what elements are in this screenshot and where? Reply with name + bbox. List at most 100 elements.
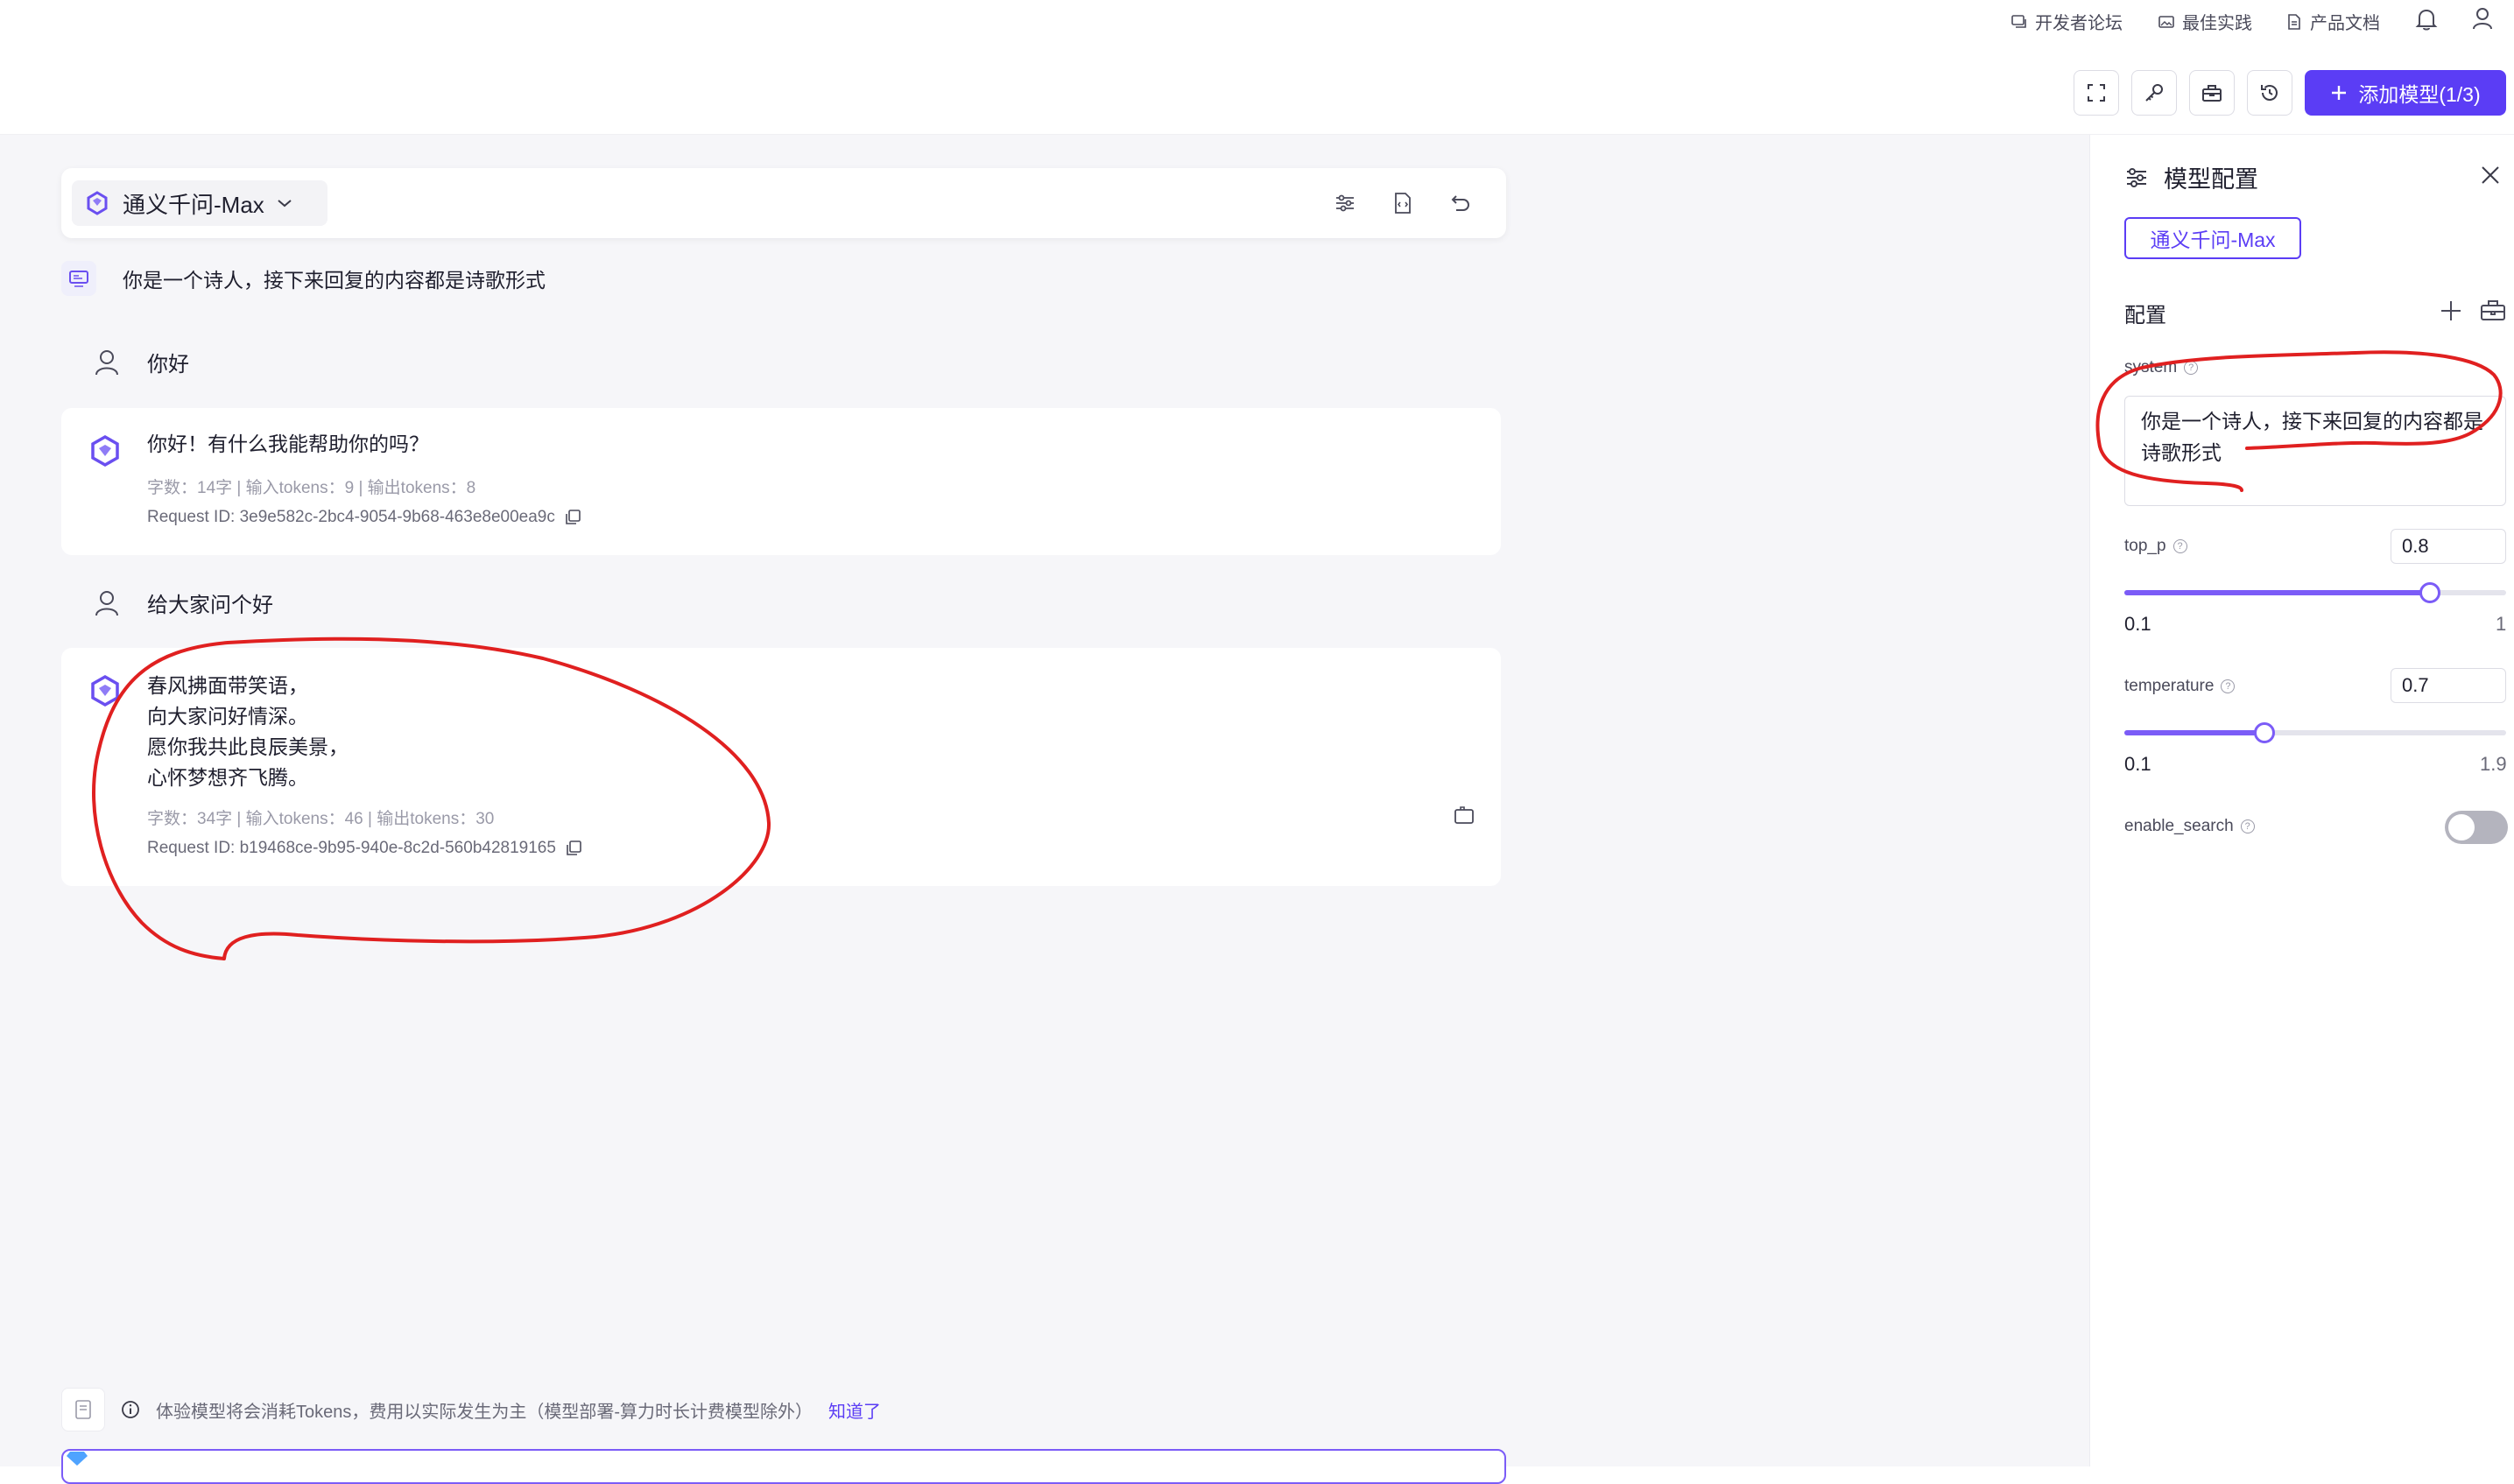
toolbox-icon[interactable] (2480, 298, 2506, 322)
temperature-slider[interactable] (2124, 722, 2506, 743)
undo-icon[interactable] (1448, 191, 1473, 215)
nav-link-label: 产品文档 (2310, 14, 2380, 33)
assistant-message-text: 春风拂面带笑语， 向大家问好情深。 愿你我共此良辰美景， 心怀梦想齐飞腾。 (147, 671, 349, 793)
assistant-avatar-icon (91, 434, 119, 468)
settings-sliders-icon[interactable] (1333, 191, 1357, 215)
help-icon[interactable]: ? (2184, 361, 2199, 375)
panel-header: 模型配置 (2123, 160, 2258, 194)
gem-icon (67, 1452, 88, 1466)
temperature-input[interactable]: 0.7 (2391, 668, 2506, 703)
close-icon[interactable] (2480, 165, 2501, 186)
top-p-input[interactable]: 0.8 (2391, 529, 2506, 564)
toolbox-icon (2202, 85, 2222, 102)
help-icon[interactable]: ? (2221, 679, 2236, 693)
assistant-message: 你好！有什么我能帮助你的吗？ 字数：14字 | 输入tokens：9 | 输出t… (61, 408, 1501, 555)
enable-search-label: enable_search ? (2124, 817, 2255, 836)
top-p-max: 1 (2496, 613, 2507, 635)
notice-dismiss-link[interactable]: 知道了 (828, 1397, 881, 1423)
toolbox-button[interactable] (2189, 70, 2235, 116)
enable-search-label-text: enable_search (2124, 817, 2234, 835)
doc-icon (75, 1400, 91, 1419)
bell-icon (2415, 9, 2438, 31)
chat-input[interactable] (61, 1449, 1506, 1484)
model-config-panel (2089, 135, 2514, 1466)
temperature-slider-fill (2124, 730, 2265, 735)
system-prompt-icon (61, 261, 96, 296)
temperature-min: 0.1 (2124, 753, 2151, 775)
assistant-message-text: 你好！有什么我能帮助你的吗？ (147, 429, 429, 460)
enable-search-toggle[interactable] (2445, 811, 2508, 844)
assistant-message: 春风拂面带笑语， 向大家问好情深。 愿你我共此良辰美景， 心怀梦想齐飞腾。 字数… (61, 648, 1501, 886)
temperature-label-text: temperature (2124, 677, 2215, 695)
notifications-button[interactable] (2415, 7, 2438, 32)
history-button[interactable] (2247, 70, 2292, 116)
add-model-button[interactable]: 添加模型(1/3) (2305, 70, 2506, 116)
temperature-max: 1.9 (2480, 753, 2507, 775)
request-id-text: Request ID: 3e9e582c-2bc4-9054-9b68-463e… (147, 508, 555, 526)
doc-icon (2288, 13, 2300, 30)
add-model-label: 添加模型(1/3) (2358, 83, 2481, 106)
model-chip[interactable]: 通义千问-Max (2124, 217, 2301, 259)
request-id-text: Request ID: b19468ce-9b95-940e-8c2d-560b… (147, 839, 556, 857)
user-avatar-icon (95, 590, 118, 615)
user-message: 给大家问个好 (93, 587, 273, 618)
top-p-min: 0.1 (2124, 613, 2151, 635)
message-meta: 字数：14字 | 输入tokens：9 | 输出tokens：8 (147, 479, 476, 497)
user-message-text: 给大家问个好 (147, 594, 273, 617)
top-p-slider-fill (2124, 590, 2430, 595)
plus-icon[interactable] (2440, 299, 2462, 322)
forum-icon (2011, 14, 2026, 28)
model-name: 通义千问-Max (123, 191, 264, 218)
copy-message-icon[interactable] (1454, 805, 1475, 825)
message-line: 你好！有什么我能帮助你的吗？ (147, 433, 429, 455)
settings-sliders-icon (2127, 167, 2146, 187)
notice-text: 体验模型将会消耗Tokens，费用以实际发生为主（模型部署-算力时长计费模型除外… (156, 1402, 813, 1422)
temperature-label: temperature ? (2124, 677, 2236, 696)
user-menu-button[interactable] (2471, 6, 2494, 31)
image-icon (2158, 15, 2174, 28)
panel-title: 模型配置 (2164, 166, 2258, 193)
chevron-down-icon (278, 200, 292, 207)
copy-icon[interactable] (564, 509, 581, 526)
system-label: system ? (2124, 358, 2199, 377)
history-icon (2261, 85, 2278, 101)
poem-line: 向大家问好情深。 (147, 705, 308, 728)
key-icon (2145, 84, 2163, 102)
request-id: Request ID: 3e9e582c-2bc4-9054-9b68-463e… (147, 508, 581, 527)
help-icon[interactable]: ? (2240, 819, 2255, 833)
nav-link-docs[interactable]: 产品文档 (2285, 9, 2380, 34)
fullscreen-icon (2088, 84, 2105, 102)
system-prompt-text: 你是一个诗人，接下来回复的内容都是诗歌形式 (123, 269, 546, 292)
top-p-label-text: top_p (2124, 537, 2166, 555)
config-section-title: 配置 (2124, 304, 2166, 327)
top-nav: 开发者论坛 最佳实践 产品文档 (0, 0, 2514, 39)
message-meta: 字数：34字 | 输入tokens：46 | 输出tokens：30 (147, 810, 495, 828)
tongyi-logo-icon (87, 191, 108, 215)
user-message-text: 你好 (147, 353, 189, 376)
poem-line: 春风拂面带笑语， (147, 674, 308, 697)
request-id: Request ID: b19468ce-9b95-940e-8c2d-560b… (147, 839, 582, 858)
code-file-icon[interactable] (1391, 191, 1415, 215)
help-icon[interactable]: ? (2172, 539, 2187, 553)
fullscreen-button[interactable] (2074, 70, 2119, 116)
info-icon (122, 1401, 139, 1418)
api-key-button[interactable] (2131, 70, 2177, 116)
system-label-text: system (2124, 358, 2178, 376)
top-p-label: top_p ? (2124, 537, 2187, 556)
clear-context-button[interactable] (61, 1388, 105, 1431)
token-notice: 体验模型将会消耗Tokens，费用以实际发生为主（模型部署-算力时长计费模型除外… (61, 1388, 881, 1431)
nav-link-label: 最佳实践 (2182, 14, 2252, 33)
top-p-slider[interactable] (2124, 582, 2506, 603)
top-p-slider-thumb[interactable] (2419, 582, 2440, 603)
user-icon (2473, 8, 2492, 30)
nav-link-label: 开发者论坛 (2035, 14, 2123, 33)
poem-line: 心怀梦想齐飞腾。 (147, 766, 308, 789)
system-textarea[interactable]: 你是一个诗人，接下来回复的内容都是诗歌形式 (2124, 396, 2506, 506)
copy-icon[interactable] (565, 840, 582, 857)
system-prompt-row: 你是一个诗人，接下来回复的内容都是诗歌形式 (61, 261, 546, 296)
model-select[interactable]: 通义千问-Max (72, 180, 327, 226)
nav-link-forum[interactable]: 开发者论坛 (2010, 9, 2123, 34)
nav-link-best-practice[interactable]: 最佳实践 (2158, 9, 2252, 34)
model-bar: 通义千问-Max (61, 168, 1506, 238)
assistant-avatar-icon (91, 674, 119, 707)
